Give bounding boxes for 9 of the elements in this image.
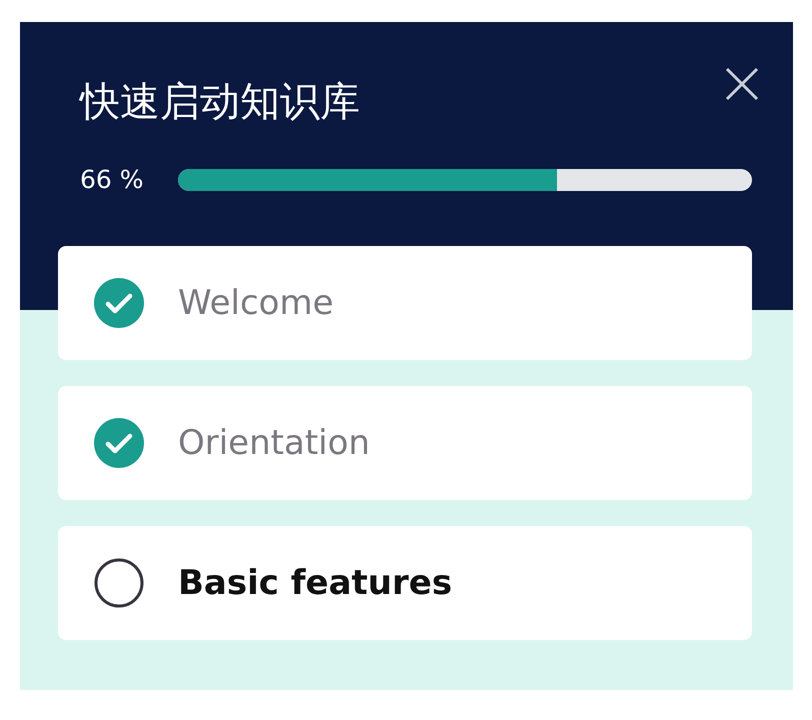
step-item[interactable]: Welcome [58, 246, 752, 360]
step-label: Welcome [178, 283, 334, 323]
panel-title: 快速启动知识库 [80, 78, 360, 127]
progress-percentage: 66 % [80, 165, 144, 194]
step-label: Basic features [178, 563, 452, 603]
step-item[interactable]: Basic features [58, 526, 752, 640]
step-item[interactable]: Orientation [58, 386, 752, 500]
step-label: Orientation [178, 423, 370, 463]
close-button[interactable] [724, 66, 760, 102]
